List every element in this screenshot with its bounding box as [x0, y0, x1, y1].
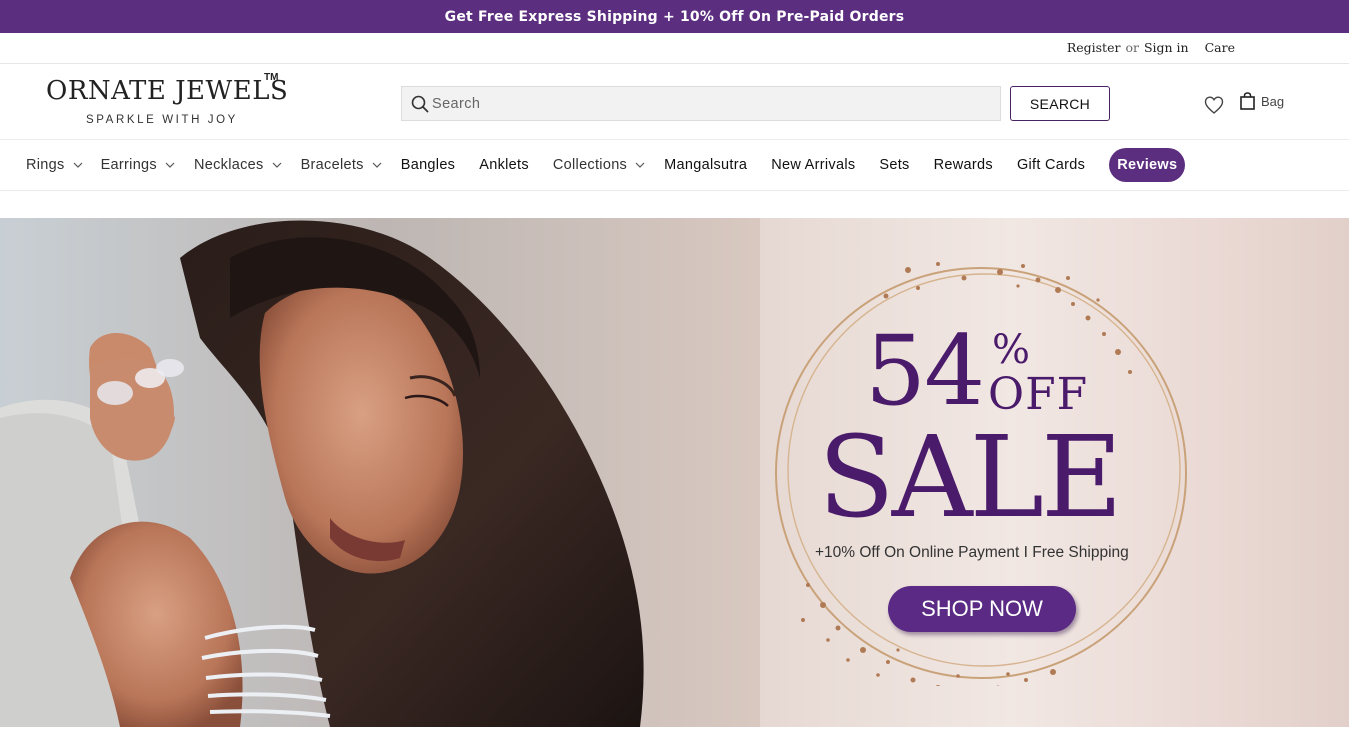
nav-item-sets[interactable]: Sets — [879, 157, 909, 173]
logo-tagline: SPARKLE WITH JOY — [86, 114, 238, 126]
search-button[interactable]: SEARCH — [1010, 86, 1110, 121]
search-input[interactable] — [432, 88, 992, 119]
model-photo — [0, 218, 760, 727]
chevron-down-icon — [73, 162, 83, 168]
account-links: Register or Sign in Care — [1067, 40, 1235, 55]
nav-item-earrings[interactable]: Earrings — [101, 157, 175, 173]
register-link[interactable]: Register — [1067, 40, 1121, 55]
nav-item-label: Mangalsutra — [664, 157, 748, 173]
nav-item-reviews[interactable]: Reviews — [1109, 148, 1186, 182]
nav-item-label: Reviews — [1117, 157, 1178, 173]
announcement-bar: Get Free Express Shipping + 10% Off On P… — [0, 0, 1349, 33]
nav-item-label: Anklets — [479, 157, 529, 173]
chevron-down-icon — [272, 162, 282, 168]
sale-percent-symbol: % — [992, 327, 1031, 373]
nav-item-gift-cards[interactable]: Gift Cards — [1017, 157, 1085, 173]
sign-in-link[interactable]: Sign in — [1144, 40, 1189, 55]
sale-subtitle: +10% Off On Online Payment I Free Shippi… — [815, 544, 1129, 561]
nav-item-anklets[interactable]: Anklets — [479, 157, 529, 173]
bag-label: Bag — [1261, 94, 1285, 109]
nav-item-bangles[interactable]: Bangles — [401, 157, 456, 173]
nav-item-new-arrivals[interactable]: New Arrivals — [771, 157, 855, 173]
logo-trademark: TM — [264, 72, 279, 83]
care-link[interactable]: Care — [1205, 40, 1235, 55]
search-bar — [401, 86, 1001, 121]
bag-button[interactable]: Bag — [1240, 92, 1284, 114]
nav-item-label: New Arrivals — [771, 157, 856, 173]
announcement-text: Get Free Express Shipping + 10% Off On P… — [444, 8, 905, 25]
nav-item-label: Rewards — [933, 157, 993, 173]
search-icon[interactable] — [408, 92, 432, 116]
nav-item-label: Gift Cards — [1016, 157, 1086, 173]
nav-item-label: Necklaces — [193, 157, 264, 173]
nav-item-label: Bracelets — [300, 157, 364, 173]
shopping-bag-icon — [1240, 92, 1255, 114]
nav-item-label: Bangles — [400, 157, 456, 173]
nav-item-bracelets[interactable]: Bracelets — [301, 157, 382, 173]
chevron-down-icon — [635, 162, 645, 168]
sale-percent: 54 — [865, 315, 985, 427]
nav-item-label: Earrings — [100, 157, 157, 173]
shop-now-button[interactable]: SHOP NOW — [888, 586, 1076, 632]
heart-icon[interactable] — [1203, 94, 1225, 116]
nav-item-rewards[interactable]: Rewards — [934, 157, 993, 173]
sale-panel: 54 % OFF SALE +10% Off On Online Payment… — [760, 218, 1349, 727]
chevron-down-icon — [372, 162, 382, 168]
main-navigation: Rings Earrings Necklaces Bracelets Bangl… — [0, 140, 1349, 191]
chevron-down-icon — [165, 162, 175, 168]
nav-item-collections[interactable]: Collections — [553, 157, 645, 173]
nav-item-rings[interactable]: Rings — [26, 157, 83, 173]
or-text: or — [1125, 40, 1139, 55]
nav-item-necklaces[interactable]: Necklaces — [194, 157, 282, 173]
nav-item-label: Rings — [26, 157, 65, 173]
hero-banner[interactable]: 54 % OFF SALE +10% Off On Online Payment… — [0, 218, 1349, 727]
nav-item-label: Collections — [552, 157, 628, 173]
nav-item-mangalsutra[interactable]: Mangalsutra — [664, 157, 747, 173]
sale-off-text: OFF — [988, 369, 1089, 420]
sale-headline: SALE — [818, 413, 1123, 543]
brand-logo[interactable]: ORNATE JEWELS TM SPARKLE WITH JOY — [46, 72, 289, 130]
logo-text: ORNATE JEWELS — [46, 76, 289, 106]
site-header: ORNATE JEWELS TM SPARKLE WITH JOY SEARCH… — [0, 64, 1349, 140]
utility-bar: Register or Sign in Care — [0, 33, 1349, 64]
nav-item-label: Sets — [879, 157, 910, 173]
